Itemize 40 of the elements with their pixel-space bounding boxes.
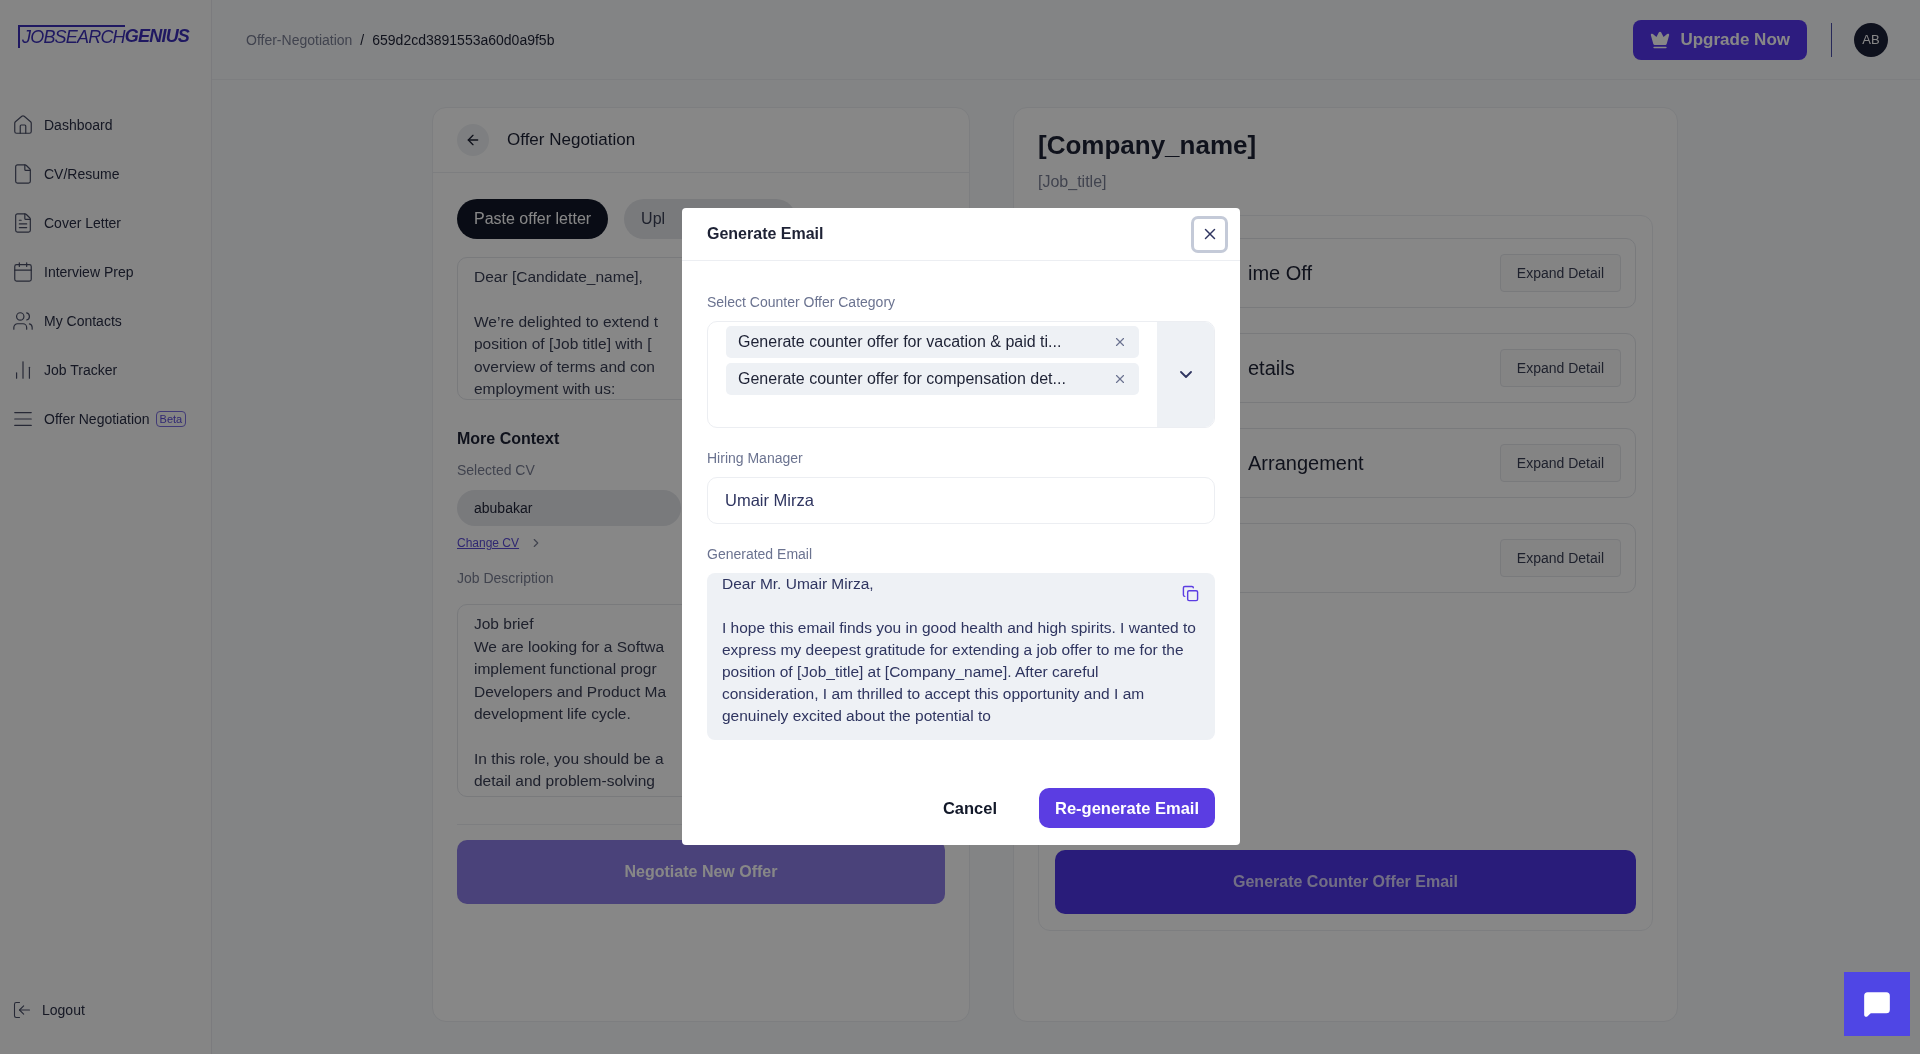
sidebar-label: Job Tracker [44,362,118,378]
sidebar-label: Cover Letter [44,215,122,231]
company-name: [Company_name] [1038,130,1258,161]
email-paragraph: I hope this email finds you in good health and high spirits. I wanted to express my deepest gratitude for extending a job offer to me for the position of [Job_title] at [Company_name]. After careful consideration, I am thrilled to accept this opportunity and I am genuinely excited about the potential to [722,618,1197,726]
field-label: Select Counter Offer Category [707,294,896,310]
accordion-title: etails [1248,356,1295,380]
text-line: Developers and Product Ma [474,681,667,702]
text-line: position of [Job title] with [ [474,334,652,354]
chip-label: Generate counter offer for compensation det... [738,370,1066,388]
accordion-title: Arrangement [1248,451,1364,475]
breadcrumb-current: 659d2cd3891553a60d0a9f5b [372,31,555,48]
field-label: Generated Email [707,546,813,562]
panel-title: Offer Negotiation [507,130,636,150]
text-line: detail and problem-solving [474,771,655,791]
text-line: Dear [Candidate_name], [474,267,643,287]
sidebar-label: CV/Resume [44,166,120,182]
text-line: implement functional progr [474,659,657,679]
text-line: We are looking for a Softwa [474,636,665,657]
text-line: We’re delighted to extend t [474,311,659,332]
breadcrumb-separator: / [360,31,365,48]
text-line: employment with us: [474,379,616,399]
sidebar-label: Offer Negotiation [44,411,150,427]
dialog-title: Generate Email [707,225,824,243]
section-heading: More Context [457,430,560,448]
chip-label: Generate counter offer for vacation & paid ti... [738,333,1062,351]
text-line: Job brief [474,614,534,634]
email-paragraph: Dear Mr. Umair Mirza, [722,574,874,594]
sidebar-label: My Contacts [44,313,122,329]
accordion-title: ime Off [1248,261,1313,285]
text-line: development life cycle. [474,704,631,724]
logout-label: Logout [42,1002,85,1018]
text-line: overview of terms and con [474,356,655,377]
job-title: [Job_title] [1038,173,1108,191]
sidebar-label: Dashboard [44,117,113,133]
text-line: In this role, you should be a [474,748,664,769]
beta-badge: Beta [155,411,187,427]
sidebar-label: Interview Prep [44,264,134,280]
field-label: Job Description [457,570,554,586]
field-label: Selected CV [457,462,535,478]
field-label: Hiring Manager [707,450,803,466]
